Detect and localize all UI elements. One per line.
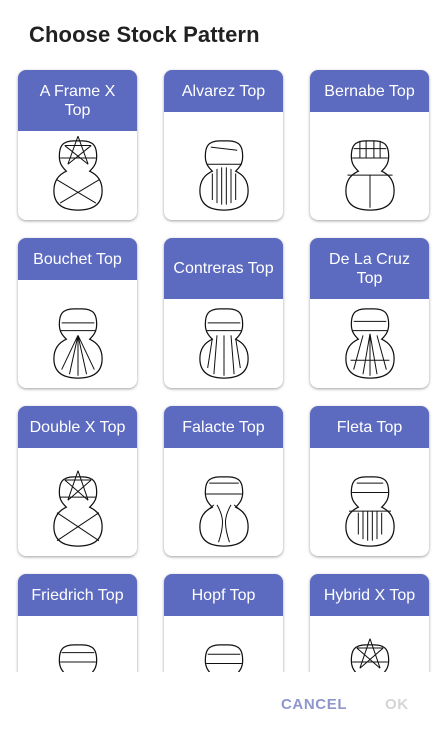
pattern-card-label: Double X Top (18, 406, 137, 448)
pattern-card-label: Fleta Top (310, 406, 429, 448)
friedrich-top-bracing-icon (58, 644, 97, 672)
pattern-card[interactable]: Double X Top (18, 406, 137, 556)
pattern-card-label: A Frame X Top (18, 70, 137, 131)
pattern-preview (310, 298, 429, 388)
pattern-grid-scroll[interactable]: A Frame X Top Alvarez Top Bernabe Top Bouch… (0, 62, 446, 672)
contreras-top-bracing-icon (198, 308, 249, 379)
dialog-actions: CANCEL OK (0, 696, 446, 716)
pattern-preview (18, 466, 137, 556)
cancel-button[interactable]: CANCEL (281, 696, 347, 713)
fleta-top-bracing-icon (344, 476, 395, 547)
pattern-card-label: Hybrid X Top (310, 574, 429, 616)
pattern-grid: A Frame X Top Alvarez Top Bernabe Top Bouch… (18, 70, 429, 672)
pattern-preview (18, 634, 137, 672)
falacte-top-bracing-icon (198, 476, 249, 547)
pattern-card[interactable]: Bouchet Top (18, 238, 137, 388)
bouchet-top-bracing-icon (52, 308, 103, 379)
pattern-preview (18, 298, 137, 388)
double-x-top-bracing-icon (52, 470, 103, 547)
pattern-card-label: De La Cruz Top (310, 238, 429, 299)
bernabe-top-bracing-icon (344, 140, 395, 211)
pattern-card-label: Bouchet Top (18, 238, 137, 280)
pattern-card[interactable]: A Frame X Top (18, 70, 137, 220)
pattern-card[interactable]: Friedrich Top (18, 574, 137, 672)
pattern-preview (164, 466, 283, 556)
pattern-preview (310, 634, 429, 672)
pattern-card-label: Falacte Top (164, 406, 283, 448)
pattern-card-label: Hopf Top (164, 574, 283, 616)
hopf-top-bracing-icon (204, 644, 243, 672)
pattern-preview (310, 130, 429, 220)
hybrid-x-top-bracing-icon (350, 638, 389, 672)
pattern-card-label: Bernabe Top (310, 70, 429, 112)
pattern-card[interactable]: Alvarez Top (164, 70, 283, 220)
pattern-preview (18, 130, 137, 220)
pattern-preview (164, 634, 283, 672)
pattern-card[interactable]: Hopf Top (164, 574, 283, 672)
pattern-card[interactable]: Fleta Top (310, 406, 429, 556)
dialog-title: Choose Stock Pattern (29, 22, 260, 47)
pattern-card[interactable]: Bernabe Top (310, 70, 429, 220)
de-la-cruz-top-bracing-icon (344, 308, 395, 379)
pattern-card-label: Friedrich Top (18, 574, 137, 616)
pattern-card[interactable]: Contreras Top (164, 238, 283, 388)
pattern-card[interactable]: De La Cruz Top (310, 238, 429, 388)
pattern-card-label: Alvarez Top (164, 70, 283, 112)
pattern-card[interactable]: Falacte Top (164, 406, 283, 556)
pattern-preview (310, 466, 429, 556)
pattern-preview (164, 298, 283, 388)
pattern-card[interactable]: Hybrid X Top (310, 574, 429, 672)
alvarez-top-bracing-icon (198, 140, 249, 211)
ok-button[interactable]: OK (385, 696, 409, 713)
pattern-preview (164, 130, 283, 220)
a-frame-x-top-bracing-icon (52, 136, 103, 211)
pattern-card-label: Contreras Top (164, 238, 283, 299)
